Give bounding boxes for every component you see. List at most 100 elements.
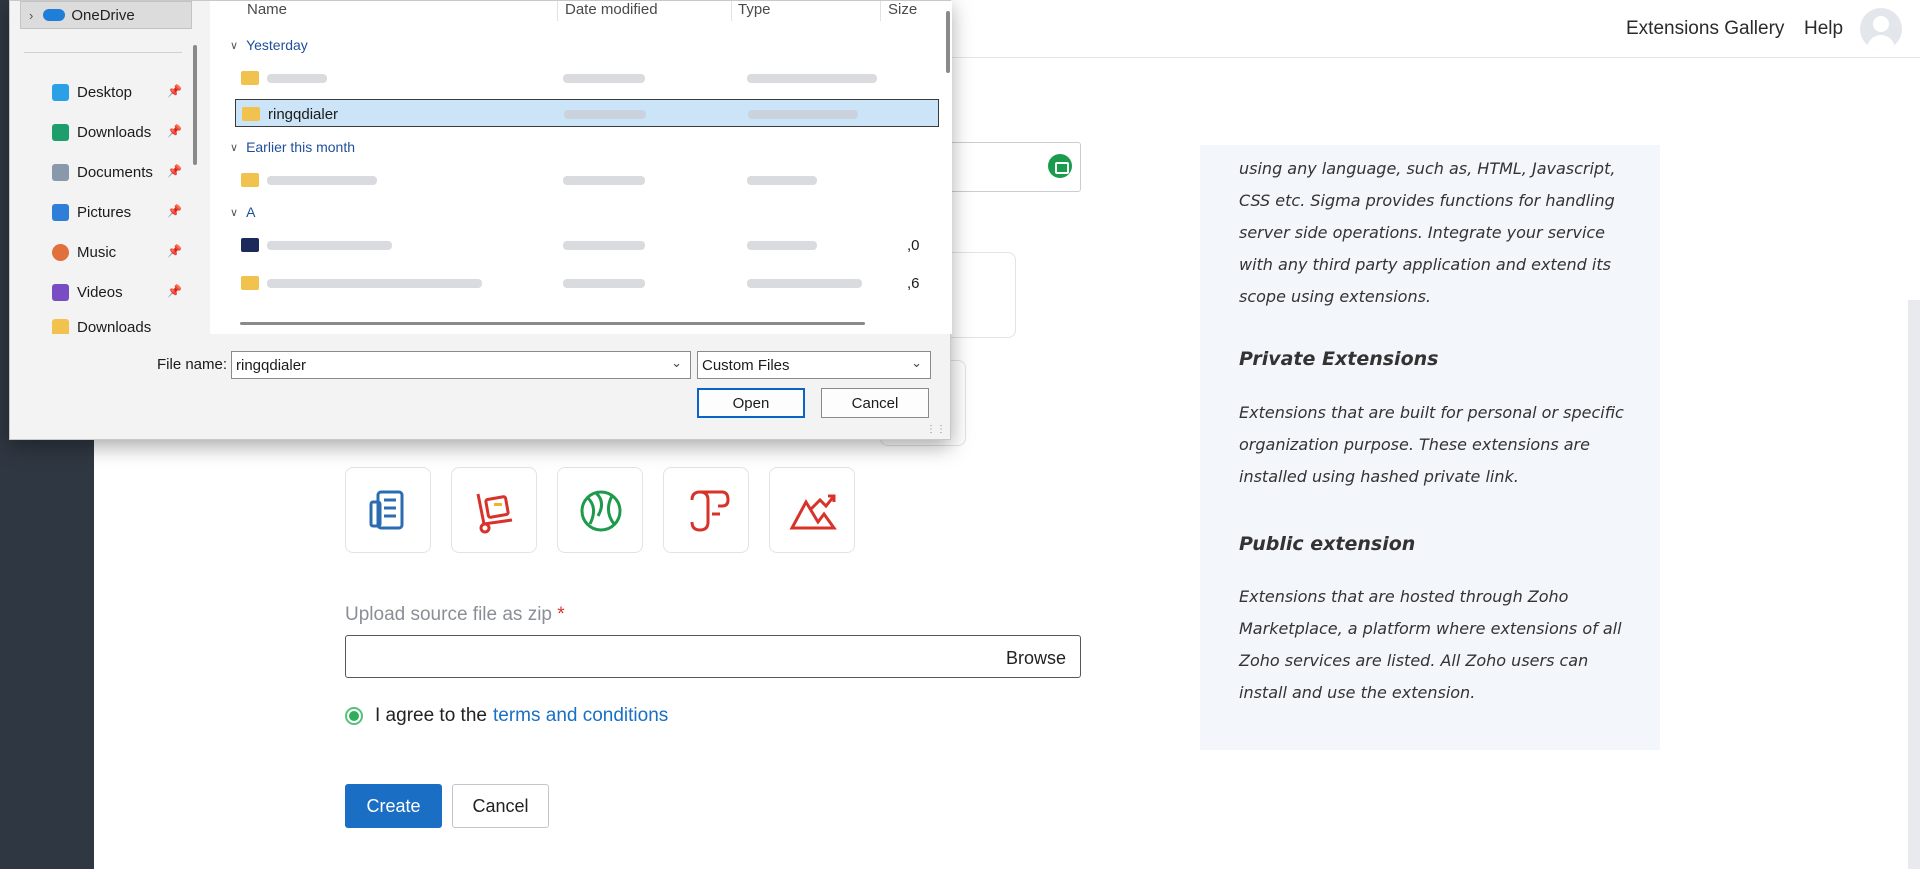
blurred-date [563,241,645,250]
bot-icon[interactable] [1048,154,1072,178]
file-name-label: File name: [157,356,228,373]
music-icon [52,243,69,261]
extensions-gallery-link[interactable]: Extensions Gallery [1626,18,1784,40]
agree-radio[interactable] [345,707,363,725]
chevron-down-icon: ∨ [230,141,239,154]
icon-tile-globe[interactable] [557,467,643,553]
browse-button[interactable]: Browse [1006,648,1066,669]
file-type-select[interactable]: Custom Files ⌄ [697,351,931,379]
list-item[interactable]: ,6 [235,269,939,297]
column-header-size[interactable]: Size [888,1,917,18]
pin-icon: 📌 [167,84,182,98]
icon-tile-document[interactable] [345,467,431,553]
column-divider[interactable] [731,1,732,21]
pictures-icon [52,203,69,221]
file-name-input[interactable]: ringqdialer ⌄ [231,351,691,379]
blurred-filename [267,74,327,83]
page-scrollbar-track[interactable] [1908,300,1920,869]
info-intro-text: using any language, such as, HTML, Javas… [1239,159,1616,306]
column-header-name[interactable]: Name [247,1,287,18]
nav-item-label: Downloads [77,319,152,334]
file-name-text: ringqdialer [268,106,339,123]
zip-folder-icon [241,276,259,290]
blurred-date [563,279,645,288]
nav-item-pictures[interactable]: Pictures [52,199,131,225]
blurred-date [563,176,645,185]
pin-icon: 📌 [167,284,182,298]
desktop-icon [52,83,69,101]
icon-tile-scroll[interactable] [663,467,749,553]
videos-icon [52,283,69,301]
cancel-button[interactable]: Cancel [452,784,549,828]
create-button[interactable]: Create [345,784,442,828]
file-list: Name Date modified Type Size ∨ Yesterday… [210,1,952,334]
group-label: Yesterday [246,37,308,53]
private-extensions-heading: Private Extensions [1239,348,1439,370]
chevron-down-icon: ⌄ [911,355,922,370]
help-link[interactable]: Help [1804,18,1843,40]
upload-file-input[interactable]: Browse [345,635,1081,678]
icon-tile-hand-truck[interactable] [451,467,537,553]
list-item-selected[interactable]: ringqdialer [235,99,939,127]
group-header-earlier-this-month[interactable]: ∨ Earlier this month [230,139,355,155]
chevron-right-icon[interactable]: › [29,8,33,23]
list-item[interactable] [235,166,939,194]
open-button[interactable]: Open [697,388,805,418]
documents-icon [52,163,69,181]
info-panel: using any language, such as, HTML, Javas… [1200,145,1660,750]
folder-icon [241,71,259,85]
file-list-horizontal-scrollbar[interactable] [240,322,865,325]
mountain-chart-icon [789,494,837,530]
folder-icon [241,173,259,187]
file-size-text: ,6 [907,275,920,292]
nav-scrollbar[interactable] [193,45,197,165]
column-divider[interactable] [557,1,558,21]
nav-item-label: Desktop [77,83,133,101]
column-header-type[interactable]: Type [738,1,771,18]
avatar[interactable] [1860,8,1902,50]
download-icon [52,123,69,141]
nav-item-label: Pictures [77,203,132,221]
column-header-date[interactable]: Date modified [565,1,658,18]
nav-item-documents[interactable]: Documents [52,159,153,185]
blurred-date [563,74,645,83]
blurred-type [747,279,862,288]
terms-link[interactable]: terms and conditions [493,705,668,727]
blurred-type [748,110,858,119]
file-name-value: ringqdialer [236,357,307,374]
group-header-a-long-time-ago[interactable]: ∨ A [230,204,341,220]
pin-icon: 📌 [167,244,182,258]
nav-item-onedrive[interactable]: › OneDrive [20,1,192,29]
list-item[interactable] [235,64,939,92]
nav-item-downloads[interactable]: Downloads [52,119,151,145]
document-icon [369,490,404,530]
upload-label: Upload source file as zip * [345,604,565,626]
file-open-dialog: › OneDrive Desktop 📌 Downloads 📌 Documen… [9,0,952,440]
group-label: Earlier this month [246,139,355,155]
group-header-yesterday[interactable]: ∨ Yesterday [230,37,308,53]
zip-folder-icon [242,107,260,121]
list-item[interactable]: ,0 [235,231,939,259]
nav-item-label: Videos [77,283,123,301]
public-extension-heading: Public extension [1239,533,1416,555]
nav-item-videos[interactable]: Videos [52,279,123,305]
avatar-body-shape [1867,35,1895,50]
chevron-down-icon[interactable]: ⌄ [671,355,682,371]
blurred-filename [267,176,377,185]
navigation-pane: › OneDrive Desktop 📌 Downloads 📌 Documen… [10,1,202,334]
resize-grip-icon[interactable]: ⋮⋮ [926,424,946,435]
icon-tile-mountain-chart[interactable] [769,467,855,553]
hand-truck-icon [476,493,513,534]
chevron-down-icon: ∨ [230,39,239,52]
nav-item-downloads-folder[interactable]: Downloads [52,319,151,334]
file-list-scrollbar[interactable] [946,11,950,73]
blurred-type [747,176,817,185]
pin-icon: 📌 [167,164,182,178]
blurred-filename [267,241,392,250]
dialog-cancel-button[interactable]: Cancel [821,388,929,418]
nav-item-label: OneDrive [71,6,135,24]
column-divider[interactable] [880,1,881,21]
nav-item-desktop[interactable]: Desktop [52,79,132,105]
avatar-head-shape [1873,16,1889,32]
nav-item-music[interactable]: Music [52,239,116,265]
